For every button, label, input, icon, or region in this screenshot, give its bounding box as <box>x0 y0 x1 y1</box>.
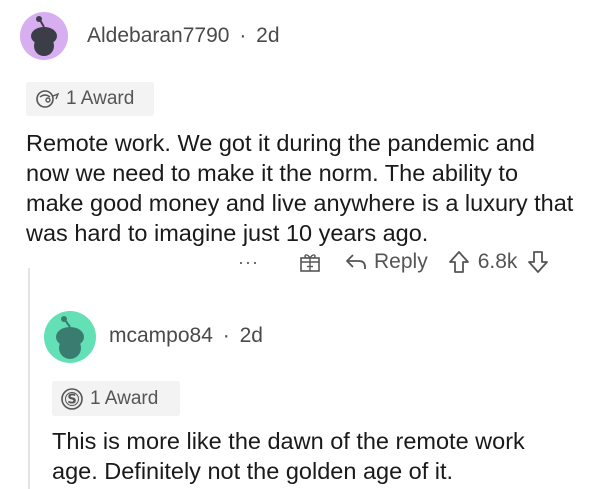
avatar[interactable] <box>44 311 96 363</box>
comment-actions: ··· Reply 6.8k <box>238 248 549 276</box>
award-badge[interactable]: S 1 Award <box>52 381 180 416</box>
thread-line[interactable] <box>28 268 30 489</box>
separator: · <box>239 24 247 47</box>
username[interactable]: Aldebaran7790 <box>87 24 229 47</box>
comment-age: 2d <box>239 324 263 347</box>
upvote-icon[interactable] <box>448 250 470 274</box>
reply-arrow-icon[interactable] <box>344 251 368 273</box>
award-label: 1 Award <box>66 88 135 109</box>
more-options-button[interactable]: ··· <box>238 252 268 273</box>
downvote-icon[interactable] <box>527 250 549 274</box>
silver-award-icon: S <box>60 387 84 411</box>
comment-author[interactable]: mcampo84 · 2d <box>109 324 263 348</box>
award-badge[interactable]: 1 Award <box>26 82 154 116</box>
comment-author[interactable]: Aldebaran7790 · 2d <box>87 24 280 48</box>
username[interactable]: mcampo84 <box>109 324 213 347</box>
award-icon <box>34 89 60 109</box>
avatar[interactable] <box>20 12 68 60</box>
comment-body: Remote work. We got it during the pandem… <box>26 130 574 246</box>
vote-score: 6.8k <box>477 250 518 273</box>
reply-button[interactable]: Reply <box>374 250 428 274</box>
snoo-avatar-icon <box>31 16 57 56</box>
comment-body: This is more like the dawn of the remote… <box>52 428 525 484</box>
snoo-avatar-icon <box>56 316 84 359</box>
svg-text:S: S <box>67 392 76 407</box>
separator: · <box>222 324 230 347</box>
gift-icon[interactable] <box>298 250 322 274</box>
comment-age: 2d <box>256 24 280 47</box>
award-label: 1 Award <box>90 387 159 409</box>
